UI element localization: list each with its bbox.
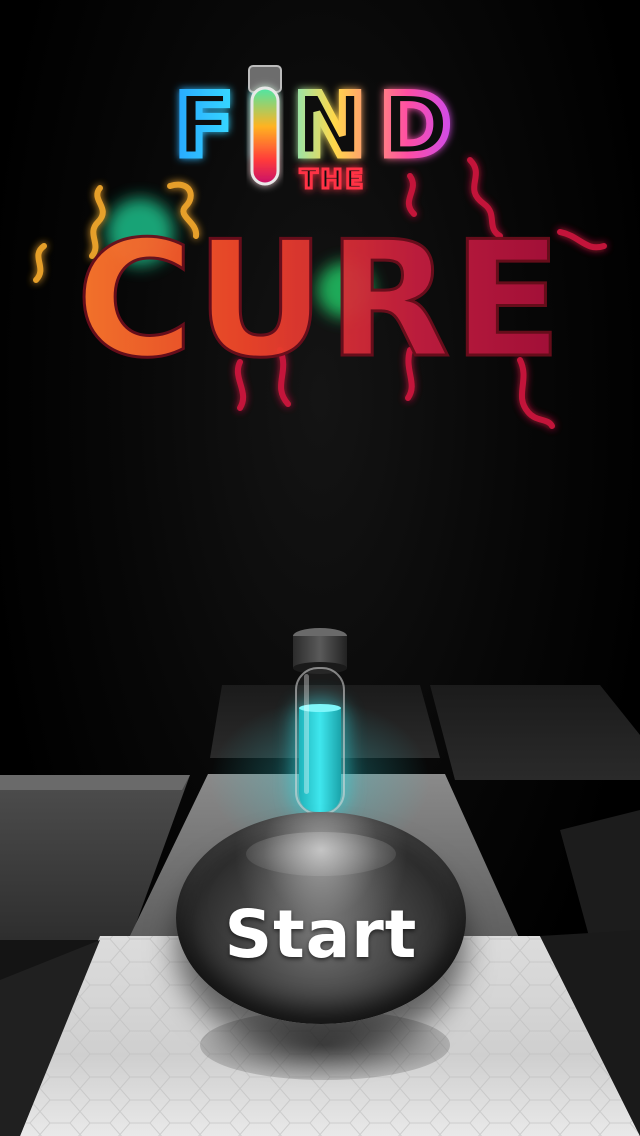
start-button-label: Start (224, 895, 418, 973)
test-tube-icon (292, 628, 348, 818)
title-cure: CURE (76, 206, 564, 393)
title-logo: FIND THE CURE (33, 65, 607, 429)
title-find: FIND (175, 76, 465, 176)
game-screen: FIND THE CURE Start (0, 0, 640, 1136)
title-the: THE (300, 165, 366, 195)
start-button[interactable]: Start (176, 812, 466, 1024)
logo-test-tube-icon (248, 65, 282, 186)
